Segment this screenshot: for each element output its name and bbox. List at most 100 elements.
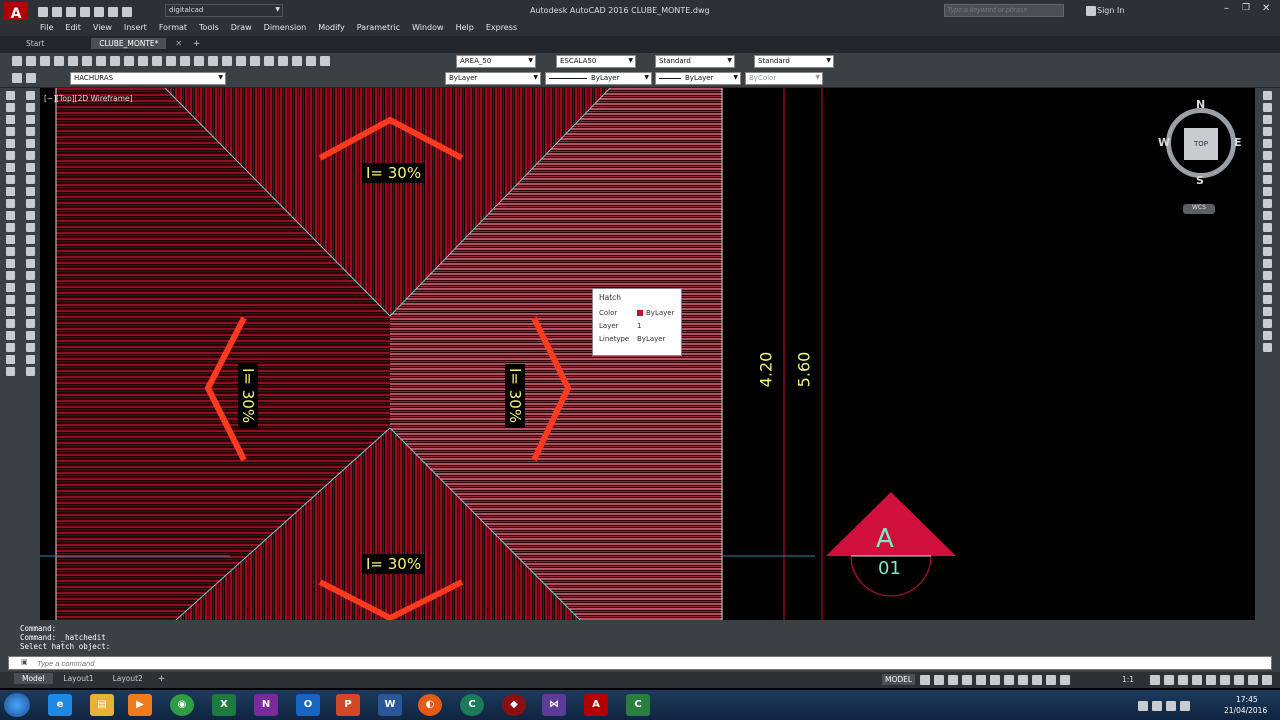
outlook-icon[interactable]: O xyxy=(296,694,320,716)
tool-zoom-prev-icon[interactable] xyxy=(222,56,232,66)
plot-icon[interactable] xyxy=(94,7,104,17)
snap-icon[interactable] xyxy=(934,675,944,685)
redo-icon[interactable] xyxy=(122,7,132,17)
menu-modify[interactable]: Modify xyxy=(312,20,351,35)
viewcube-east[interactable]: E xyxy=(1234,136,1242,149)
open-icon[interactable] xyxy=(52,7,62,17)
osnap-icon[interactable] xyxy=(976,675,986,685)
tool-designcenter-icon[interactable] xyxy=(250,56,260,66)
tool-open-icon[interactable] xyxy=(26,56,36,66)
tool-paste-icon[interactable] xyxy=(124,56,134,66)
tray-volume-icon[interactable] xyxy=(1166,701,1176,711)
dimension-tool-icon[interactable] xyxy=(1263,103,1272,112)
tool-redo-icon[interactable] xyxy=(166,56,176,66)
clock-date[interactable]: 21/04/2016 xyxy=(1224,706,1267,715)
word-icon[interactable]: W xyxy=(378,694,402,716)
tray-network-icon[interactable] xyxy=(1152,701,1162,711)
hardware-acceleration-icon[interactable] xyxy=(1234,675,1244,685)
draw-tool-icon[interactable] xyxy=(5,247,15,256)
modify-tool-icon[interactable] xyxy=(25,319,35,328)
restore-icon[interactable]: ❐ xyxy=(1242,3,1250,13)
annotation-monitor-icon[interactable] xyxy=(1164,675,1174,685)
menu-view[interactable]: View xyxy=(87,20,118,35)
draw-tool-icon[interactable] xyxy=(5,367,15,376)
modify-tool-icon[interactable] xyxy=(25,115,35,124)
chrome-icon[interactable]: ◉ xyxy=(170,694,194,716)
tool-zoom-window-icon[interactable] xyxy=(208,56,218,66)
tool-new-icon[interactable] xyxy=(12,56,22,66)
draw-tool-icon[interactable] xyxy=(5,175,15,184)
powerpoint-icon[interactable]: P xyxy=(336,694,360,716)
tab-clube-monte[interactable]: CLUBE_MONTE* xyxy=(91,38,167,49)
linetype-dropdown[interactable]: ByLayer ▼ xyxy=(545,72,652,85)
ucs-menu-button[interactable]: WCS xyxy=(1183,204,1215,214)
tool-palettes-icon[interactable] xyxy=(264,56,274,66)
lineweight-icon[interactable] xyxy=(1004,675,1014,685)
menu-insert[interactable]: Insert xyxy=(118,20,153,35)
dimension-tool-icon[interactable] xyxy=(1263,187,1272,196)
draw-tool-icon[interactable] xyxy=(5,271,15,280)
menu-dimension[interactable]: Dimension xyxy=(258,20,313,35)
search-box[interactable] xyxy=(944,4,1064,17)
dim-style-dropdown[interactable]: ESCALA50 ▼ xyxy=(556,55,636,68)
modify-tool-icon[interactable] xyxy=(25,199,35,208)
color-dropdown[interactable]: ByLayer ▼ xyxy=(445,72,541,85)
quick-properties-icon[interactable] xyxy=(1192,675,1202,685)
viewcube-north[interactable]: N xyxy=(1196,98,1205,111)
modify-tool-icon[interactable] xyxy=(25,271,35,280)
clean-screen-icon[interactable] xyxy=(1248,675,1258,685)
autocad-taskbar-icon[interactable]: A xyxy=(584,694,608,716)
annotation-visibility-icon[interactable] xyxy=(1046,675,1056,685)
menu-parametric[interactable]: Parametric xyxy=(351,20,406,35)
user-icon[interactable] xyxy=(1086,6,1096,16)
draw-tool-icon[interactable] xyxy=(5,199,15,208)
tool-properties-icon[interactable] xyxy=(236,56,246,66)
draw-tool-icon[interactable] xyxy=(5,211,15,220)
tool-sheetset-icon[interactable] xyxy=(278,56,288,66)
dimension-tool-icon[interactable] xyxy=(1263,223,1272,232)
autodesk-app-icon[interactable]: ◆ xyxy=(502,694,526,716)
text-style-dropdown[interactable]: ÁREA_50 ▼ xyxy=(456,55,536,68)
selection-cycling-icon[interactable] xyxy=(1032,675,1042,685)
tab-layout2[interactable]: Layout2 xyxy=(105,673,151,684)
dimension-tool-icon[interactable] xyxy=(1263,295,1272,304)
viewcube[interactable]: TOP N S W E xyxy=(1158,98,1242,188)
dimension-tool-icon[interactable] xyxy=(1263,115,1272,124)
annotation-scale[interactable]: 1:1 xyxy=(1122,675,1134,684)
modify-tool-icon[interactable] xyxy=(25,103,35,112)
draw-tool-icon[interactable] xyxy=(5,223,15,232)
tray-flag-icon[interactable] xyxy=(1180,701,1190,711)
draw-tool-icon[interactable] xyxy=(5,187,15,196)
tool-cut-icon[interactable] xyxy=(96,56,106,66)
dimension-tool-icon[interactable] xyxy=(1263,319,1272,328)
draw-tool-icon[interactable] xyxy=(5,331,15,340)
command-input[interactable] xyxy=(37,657,1237,669)
tool-zoom-icon[interactable] xyxy=(194,56,204,66)
tool-print-icon[interactable] xyxy=(54,56,64,66)
modify-tool-icon[interactable] xyxy=(25,307,35,316)
menu-tools[interactable]: Tools xyxy=(193,20,225,35)
layer-manager-icon[interactable] xyxy=(12,73,22,83)
tool-undo-icon[interactable] xyxy=(152,56,162,66)
draw-tool-icon[interactable] xyxy=(5,283,15,292)
minimize-icon[interactable]: – xyxy=(1224,3,1229,14)
ortho-icon[interactable] xyxy=(948,675,958,685)
new-tab-icon[interactable]: + xyxy=(193,39,201,49)
modify-tool-icon[interactable] xyxy=(25,127,35,136)
close-icon[interactable]: ✕ xyxy=(1262,3,1270,14)
media-player-icon[interactable]: ▶ xyxy=(128,694,152,716)
dimension-tool-icon[interactable] xyxy=(1263,247,1272,256)
drawing-viewport[interactable]: I= 30% I= 30% I= 30% I= 30% 4.20 5.60 A … xyxy=(40,88,1255,620)
draw-tool-icon[interactable] xyxy=(5,91,15,100)
dimension-tool-icon[interactable] xyxy=(1263,91,1272,100)
customization-icon[interactable] xyxy=(1262,675,1272,685)
draw-tool-icon[interactable] xyxy=(5,115,15,124)
tool-preview-icon[interactable] xyxy=(68,56,78,66)
menu-express[interactable]: Express xyxy=(480,20,523,35)
dimension-tool-icon[interactable] xyxy=(1263,151,1272,160)
otrack-icon[interactable] xyxy=(990,675,1000,685)
modify-tool-icon[interactable] xyxy=(25,139,35,148)
tray-arrow-icon[interactable] xyxy=(1138,701,1148,711)
grid-icon[interactable] xyxy=(920,675,930,685)
draw-tool-icon[interactable] xyxy=(5,139,15,148)
